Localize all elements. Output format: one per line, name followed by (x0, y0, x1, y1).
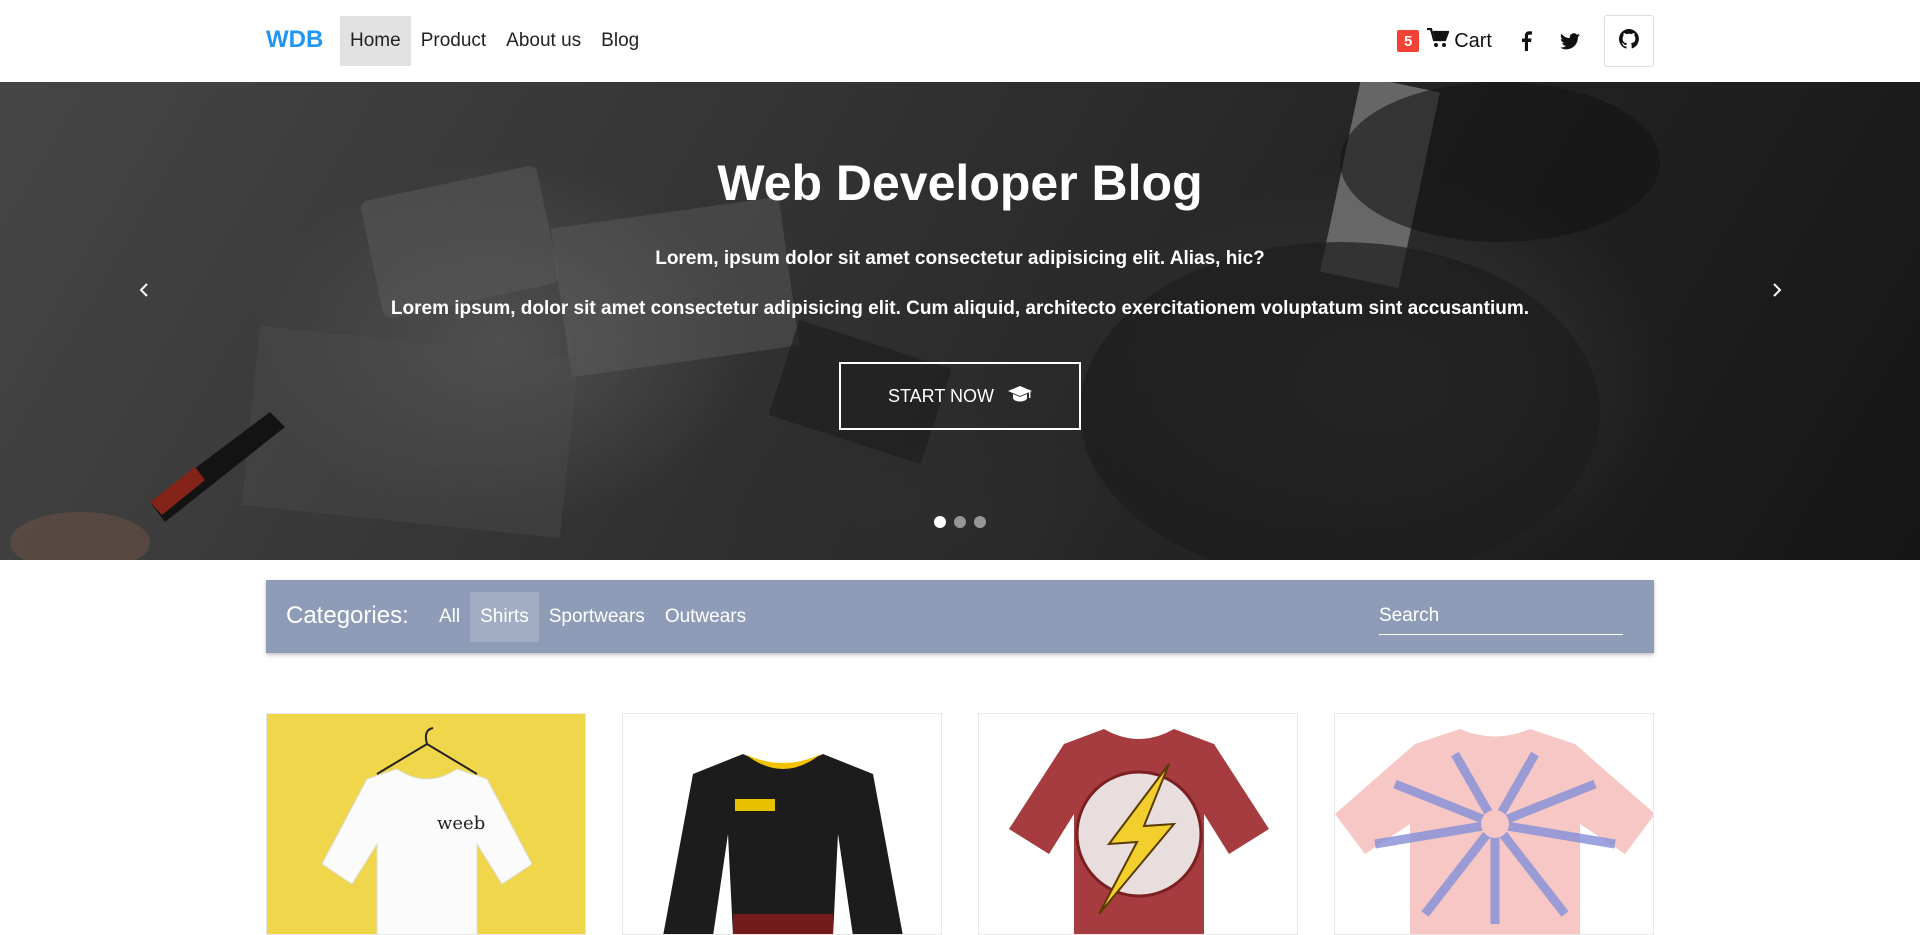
carousel-dot-3[interactable] (974, 516, 986, 528)
search-input[interactable] (1379, 598, 1623, 635)
cart-link[interactable]: Cart (1427, 27, 1492, 54)
hero-title: Web Developer Blog (717, 155, 1203, 211)
category-sportwears[interactable]: Sportwears (539, 592, 655, 642)
carousel-prev-arrow[interactable] (129, 272, 159, 312)
cart-count-badge: 5 (1397, 30, 1420, 52)
cart-icon (1427, 27, 1454, 54)
github-button[interactable] (1604, 15, 1654, 67)
carousel-next-arrow[interactable] (1762, 272, 1792, 312)
graduation-cap-icon (994, 385, 1032, 407)
carousel-dot-1[interactable] (934, 516, 946, 528)
product-card-red-flash-tshirt[interactable] (978, 713, 1298, 935)
nav-link-product[interactable]: Product (411, 16, 496, 66)
product-card-white-tshirt[interactable]: weeb (266, 713, 586, 935)
nav-link-about[interactable]: About us (496, 16, 591, 66)
category-filters: All Shirts Sportwears Outwears (429, 592, 756, 642)
twitter-icon[interactable] (1560, 31, 1580, 51)
hero-subtitle-2: Lorem ipsum, dolor sit amet consectetur … (390, 298, 1530, 319)
navbar: WDB Home Product About us Blog 5 Cart (0, 0, 1920, 82)
cart-label: Cart (1454, 29, 1492, 52)
nav-link-home[interactable]: Home (340, 16, 411, 66)
product-image-red-flash-tshirt (1009, 729, 1269, 934)
nav-right: 5 Cart (1397, 15, 1654, 67)
product-image-tie-dye-tshirt (1335, 729, 1653, 934)
brand-logo[interactable]: WDB (266, 26, 323, 54)
carousel-indicators (0, 516, 1920, 528)
github-icon (1618, 28, 1639, 54)
categories-bar: Categories: All Shirts Sportwears Outwea… (266, 580, 1654, 653)
category-shirts[interactable]: Shirts (470, 592, 539, 642)
product-card-tie-dye-tshirt[interactable] (1334, 713, 1654, 935)
product-image-white-tshirt: weeb (321, 727, 533, 934)
nav-link-blog[interactable]: Blog (591, 16, 649, 66)
hero-subtitle-1: Lorem, ipsum dolor sit amet consectetur … (655, 248, 1265, 269)
facebook-icon[interactable] (1516, 31, 1536, 51)
nav-links: Home Product About us Blog (340, 16, 649, 66)
carousel-dot-2[interactable] (954, 516, 966, 528)
hero-carousel: Web Developer Blog Lorem, ipsum dolor si… (0, 82, 1920, 560)
start-now-label: START NOW (887, 385, 994, 406)
shirt-print-text: weeb (437, 813, 485, 834)
categories-label: Categories: (286, 602, 409, 629)
product-image-black-jersey (663, 754, 903, 934)
product-card-black-jersey[interactable] (622, 713, 942, 935)
category-all[interactable]: All (429, 592, 470, 642)
start-now-button[interactable]: START NOW (839, 362, 1081, 430)
chevron-right-icon (1772, 282, 1782, 303)
category-outwears[interactable]: Outwears (655, 592, 756, 642)
chevron-left-icon (139, 282, 149, 303)
